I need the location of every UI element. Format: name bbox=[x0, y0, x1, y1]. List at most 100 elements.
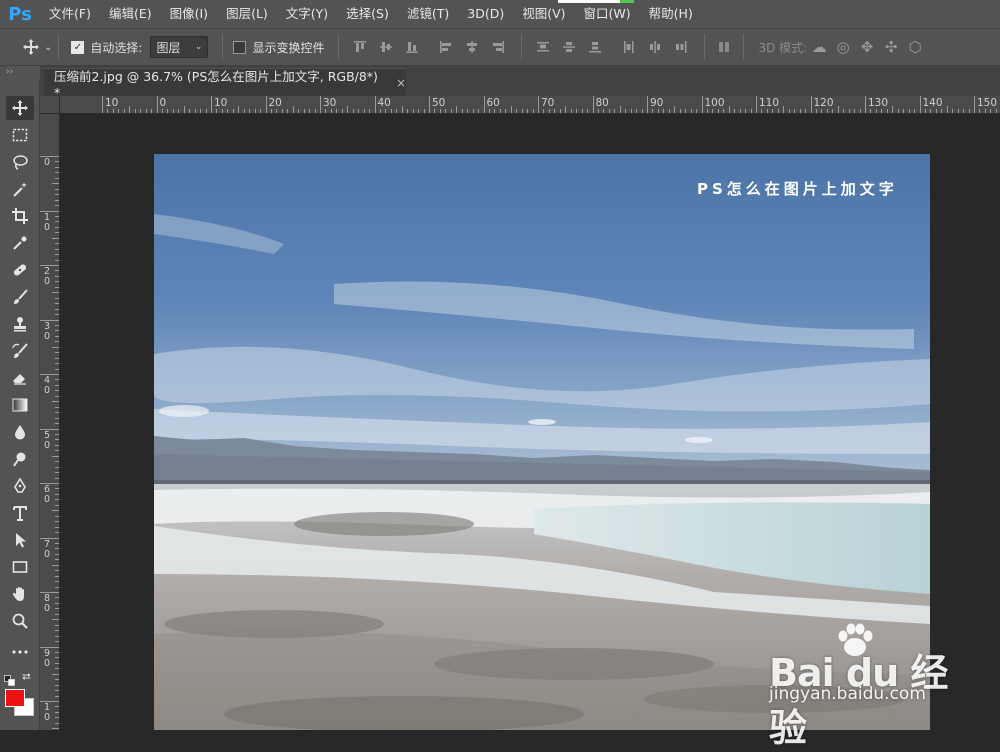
align-bottom-icon[interactable] bbox=[401, 36, 423, 58]
ruler-minor-tick bbox=[363, 109, 365, 113]
crop-tool[interactable] bbox=[6, 204, 34, 228]
document-tab[interactable]: 压缩前2.jpg @ 36.7% (PS怎么在图片上加文字, RGB/8*) *… bbox=[44, 68, 406, 100]
menu-view[interactable]: 视图(V) bbox=[513, 0, 574, 28]
orbit-3d-icon[interactable]: ☁ bbox=[807, 36, 831, 58]
align-top-icon[interactable] bbox=[349, 36, 371, 58]
ruler-minor-tick bbox=[341, 109, 343, 113]
path-selection-tool[interactable] bbox=[6, 528, 34, 552]
ruler-minor-tick bbox=[55, 444, 59, 446]
eraser-tool[interactable] bbox=[6, 366, 34, 390]
dodge-tool[interactable] bbox=[6, 447, 34, 471]
zoom-tool[interactable] bbox=[6, 609, 34, 633]
scale-3d-icon[interactable]: ⬡ bbox=[903, 36, 927, 58]
ruler-minor-tick bbox=[298, 109, 300, 113]
brush-icon bbox=[14, 289, 28, 304]
status-highlight-bar-white bbox=[558, 0, 620, 3]
ruler-minor-tick bbox=[52, 237, 59, 239]
ruler-minor-tick bbox=[221, 109, 223, 113]
align-hcenter-icon[interactable] bbox=[461, 36, 483, 58]
menu-edit[interactable]: 编辑(E) bbox=[100, 0, 161, 28]
clone-stamp-tool[interactable] bbox=[6, 312, 34, 336]
eyedropper-tool[interactable] bbox=[6, 231, 34, 255]
distribute-hcenter-icon[interactable] bbox=[644, 36, 666, 58]
healing-brush-tool[interactable] bbox=[6, 258, 34, 282]
menu-file[interactable]: 文件(F) bbox=[40, 0, 100, 28]
menu-3d[interactable]: 3D(D) bbox=[458, 0, 513, 28]
ruler-minor-tick bbox=[559, 109, 561, 113]
ruler-major-tick bbox=[865, 96, 866, 113]
horizontal-ruler[interactable]: 10 0 10 20 30 40 50 60 70 80 90 100 110 120 130 140 150 bbox=[60, 96, 1000, 114]
ruler-label: 60 bbox=[43, 484, 51, 505]
more-tools-button[interactable] bbox=[6, 640, 34, 664]
foreground-color-swatch[interactable] bbox=[5, 689, 25, 707]
ruler-origin[interactable] bbox=[40, 96, 60, 114]
auto-select-dropdown[interactable]: 图层 ⌄ bbox=[150, 36, 209, 58]
menu-help[interactable]: 帮助(H) bbox=[640, 0, 702, 28]
distribute-bottom-icon[interactable] bbox=[584, 36, 606, 58]
menu-layer[interactable]: 图层(L) bbox=[217, 0, 277, 28]
auto-select-label: 自动选择: bbox=[90, 40, 143, 55]
distribute-right-icon[interactable] bbox=[670, 36, 692, 58]
ruler-minor-tick bbox=[55, 679, 59, 681]
menu-window[interactable]: 窗口(W) bbox=[575, 0, 640, 28]
menu-select[interactable]: 选择(S) bbox=[337, 0, 398, 28]
menu-filter[interactable]: 滤镜(T) bbox=[398, 0, 458, 28]
align-left-icon[interactable] bbox=[435, 36, 457, 58]
magic-wand-tool[interactable] bbox=[6, 177, 34, 201]
lasso-tool[interactable] bbox=[6, 150, 34, 174]
ruler-minor-tick bbox=[52, 564, 59, 566]
type-tool[interactable] bbox=[6, 501, 34, 525]
gradient-tool[interactable] bbox=[6, 393, 34, 417]
distribute-top-icon[interactable] bbox=[532, 36, 554, 58]
ruler-minor-tick bbox=[200, 109, 202, 113]
blur-tool[interactable] bbox=[6, 420, 34, 444]
default-colors-icon[interactable] bbox=[4, 672, 16, 686]
marquee-tool[interactable] bbox=[6, 123, 34, 147]
drag-3d-icon[interactable]: ✥ bbox=[855, 36, 879, 58]
ruler-minor-tick bbox=[55, 602, 59, 604]
swap-colors-icon[interactable]: ⮂ bbox=[22, 670, 36, 684]
move-tool[interactable] bbox=[6, 96, 34, 120]
roll-3d-icon[interactable]: ◎ bbox=[831, 36, 855, 58]
ruler-minor-tick bbox=[55, 215, 59, 217]
ruler-label: 10 bbox=[43, 211, 51, 233]
close-icon[interactable]: × bbox=[396, 76, 406, 90]
auto-select-checkbox[interactable]: ✓ bbox=[71, 40, 85, 54]
ruler-minor-tick bbox=[55, 662, 59, 664]
rectangle-tool[interactable] bbox=[6, 555, 34, 579]
ruler-minor-tick bbox=[412, 109, 414, 113]
ruler-minor-tick bbox=[55, 532, 59, 534]
slide-3d-icon[interactable]: ✣ bbox=[879, 36, 903, 58]
auto-align-layers-icon[interactable] bbox=[713, 36, 735, 58]
menu-type[interactable]: 文字(Y) bbox=[277, 0, 337, 28]
show-transform-checkbox[interactable] bbox=[233, 40, 247, 54]
ruler-minor-tick bbox=[55, 581, 59, 583]
ruler-minor-tick bbox=[696, 109, 698, 113]
panel-collapse-toggle[interactable]: ›› bbox=[0, 66, 40, 80]
hand-tool[interactable] bbox=[6, 582, 34, 606]
ruler-minor-tick bbox=[55, 439, 59, 441]
ruler-minor-tick bbox=[848, 109, 850, 113]
pen-tool[interactable] bbox=[6, 474, 34, 498]
distribute-vcenter-icon[interactable] bbox=[558, 36, 580, 58]
brush-tool[interactable] bbox=[6, 285, 34, 309]
divider bbox=[743, 34, 745, 60]
ruler-minor-tick bbox=[55, 254, 59, 256]
align-right-icon[interactable] bbox=[487, 36, 509, 58]
move-tool-preset[interactable]: ⌄ bbox=[22, 28, 52, 66]
ruler-minor-tick bbox=[55, 303, 59, 305]
pen-icon bbox=[14, 477, 26, 493]
menu-image[interactable]: 图像(I) bbox=[161, 0, 217, 28]
align-vcenter-icon[interactable] bbox=[375, 36, 397, 58]
magic-wand-icon bbox=[13, 182, 27, 197]
overlay-text-layer[interactable]: PS怎么在图片上加文字 bbox=[697, 178, 898, 199]
ellipsis-icon bbox=[12, 650, 28, 654]
distribute-left-icon[interactable] bbox=[618, 36, 640, 58]
history-brush-tool[interactable] bbox=[6, 339, 34, 363]
ruler-minor-tick bbox=[55, 423, 59, 425]
ruler-minor-tick bbox=[881, 109, 883, 113]
ruler-minor-tick bbox=[603, 109, 605, 113]
ruler-minor-tick bbox=[396, 109, 398, 113]
ruler-minor-tick bbox=[55, 586, 59, 588]
vertical-ruler[interactable]: 0 10 20 30 40 50 60 70 80 90 10 bbox=[40, 114, 60, 730]
